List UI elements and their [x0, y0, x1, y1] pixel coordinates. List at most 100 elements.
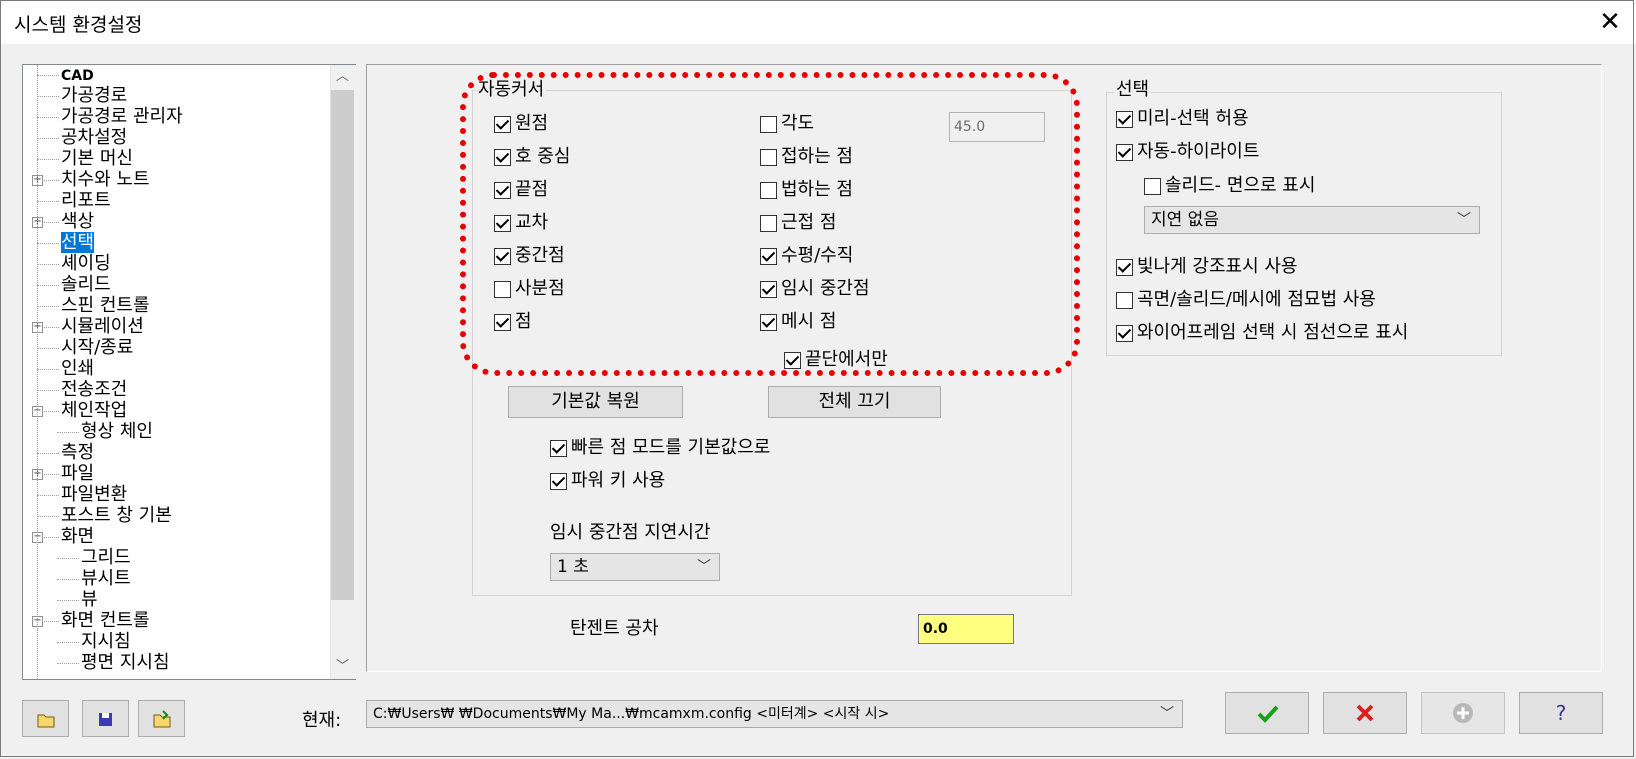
- tree-item[interactable]: 가공경로 관리자: [61, 106, 183, 127]
- angle-field[interactable]: 45.0: [949, 112, 1045, 142]
- tree-item[interactable]: 체인작업: [61, 400, 127, 421]
- preselect-box[interactable]: [1116, 110, 1133, 128]
- autocursor-checkbox[interactable]: 각도: [760, 113, 814, 135]
- cancel-button[interactable]: [1323, 692, 1407, 734]
- tree-item[interactable]: 가공경로: [61, 85, 127, 106]
- tree-item[interactable]: 형상 체인: [81, 421, 153, 442]
- tree-item[interactable]: 기본 머신: [61, 148, 133, 169]
- stipple-checkbox[interactable]: 곡면/솔리드/메시에 점묘법 사용: [1116, 289, 1376, 311]
- checkbox-box[interactable]: [760, 115, 777, 133]
- scroll-up-icon[interactable]: ︿: [330, 65, 355, 89]
- tree-item[interactable]: 화면 컨트롤: [61, 610, 150, 631]
- tree-item[interactable]: 선택: [61, 232, 95, 253]
- open-folder-button[interactable]: [22, 700, 69, 737]
- settings-tree[interactable]: CAD 가공경로 가공경로 관리자 공차설정 기본 머신 + 치수와 노트 리포트 + 색상 선택 셰…: [22, 64, 356, 680]
- delay-select[interactable]: 1 초 ﹀: [550, 553, 720, 581]
- solid-face-checkbox[interactable]: 솔리드- 면으로 표시: [1144, 175, 1315, 197]
- autocursor-checkbox[interactable]: 수평/수직: [760, 245, 853, 267]
- close-icon[interactable]: ✕: [1592, 4, 1628, 40]
- tree-item[interactable]: 파일: [61, 463, 94, 484]
- checkbox-box[interactable]: [494, 148, 511, 166]
- ends-only-checkbox[interactable]: 끝단에서만: [784, 349, 888, 371]
- autocursor-checkbox[interactable]: 근접 점: [760, 212, 836, 234]
- highlight-delay-select[interactable]: 지연 없음 ﹀: [1144, 206, 1480, 234]
- tree-item[interactable]: 색상: [61, 211, 94, 232]
- tree-item[interactable]: 지시침: [81, 631, 131, 652]
- autohighlight-box[interactable]: [1116, 143, 1133, 161]
- question-icon: ?: [1556, 701, 1567, 725]
- autohighlight-checkbox[interactable]: 자동-하이라이트: [1116, 141, 1259, 163]
- fast-point-box[interactable]: [550, 439, 567, 457]
- autocursor-checkbox[interactable]: 중간점: [494, 245, 565, 267]
- checkbox-box[interactable]: [494, 214, 511, 232]
- checkbox-box[interactable]: [760, 214, 777, 232]
- checkbox-box[interactable]: [760, 313, 777, 331]
- help-button[interactable]: ?: [1519, 692, 1603, 734]
- checkbox-box[interactable]: [494, 181, 511, 199]
- tree-item[interactable]: 화면: [61, 526, 94, 547]
- fast-point-checkbox[interactable]: 빠른 점 모드를 기본값으로: [550, 437, 770, 459]
- preselect-checkbox[interactable]: 미리-선택 허용: [1116, 108, 1249, 130]
- tree-item[interactable]: 스핀 컨트롤: [61, 295, 150, 316]
- checkbox-box[interactable]: [494, 280, 511, 298]
- tree-item[interactable]: 포스트 창 기본: [61, 505, 172, 526]
- save-disk-icon: [99, 713, 112, 726]
- tree-item[interactable]: 셰이딩: [61, 253, 111, 274]
- tree-item[interactable]: 시뮬레이션: [61, 316, 144, 337]
- tree-item[interactable]: CAD: [61, 65, 94, 85]
- tree-item[interactable]: 솔리드: [61, 274, 111, 295]
- restore-defaults-button[interactable]: 기본값 복원: [508, 386, 683, 418]
- autocursor-checkbox[interactable]: 호 중심: [494, 146, 570, 168]
- autocursor-checkbox[interactable]: 교차: [494, 212, 548, 234]
- ends-only-box[interactable]: [784, 351, 801, 369]
- solid-face-box[interactable]: [1144, 177, 1161, 195]
- checkbox-label: 임시 중간점: [781, 278, 870, 299]
- add-button[interactable]: [1421, 692, 1505, 734]
- glow-box[interactable]: [1116, 258, 1133, 276]
- merge-config-button[interactable]: [138, 700, 185, 737]
- autocursor-checkbox[interactable]: 임시 중간점: [760, 278, 870, 300]
- save-config-button[interactable]: [82, 700, 129, 737]
- tree-item[interactable]: 뷰시트: [81, 568, 131, 589]
- tree-item[interactable]: 리포트: [61, 190, 111, 211]
- all-off-button[interactable]: 전체 끄기: [768, 386, 941, 418]
- tree-connector: [37, 306, 59, 307]
- checkbox-box[interactable]: [494, 115, 511, 133]
- tree-item[interactable]: 뷰: [81, 589, 98, 610]
- autocursor-checkbox[interactable]: 접하는 점: [760, 146, 853, 168]
- power-key-box[interactable]: [550, 472, 567, 490]
- tangent-field[interactable]: 0.0: [918, 614, 1014, 644]
- tree-item-label: 체인작업: [61, 400, 128, 421]
- ok-button[interactable]: [1225, 692, 1309, 734]
- tree-item[interactable]: 인쇄: [61, 358, 94, 379]
- stipple-box[interactable]: [1116, 291, 1133, 309]
- autocursor-checkbox[interactable]: 법하는 점: [760, 179, 853, 201]
- autocursor-checkbox[interactable]: 점: [494, 311, 532, 333]
- tree-scrollbar-thumb[interactable]: [331, 90, 354, 600]
- autocursor-checkbox[interactable]: 원점: [494, 113, 548, 135]
- tree-item[interactable]: 측정: [61, 442, 94, 463]
- autocursor-checkbox[interactable]: 사분점: [494, 278, 565, 300]
- checkbox-box[interactable]: [760, 280, 777, 298]
- wireframe-checkbox[interactable]: 와이어프레임 선택 시 점선으로 표시: [1116, 322, 1408, 344]
- autocursor-checkbox[interactable]: 끝점: [494, 179, 548, 201]
- tree-item[interactable]: 그리드: [81, 547, 131, 568]
- tree-item[interactable]: 평면 지시침: [81, 652, 170, 673]
- scroll-down-icon[interactable]: ﹀: [330, 655, 355, 679]
- wireframe-box[interactable]: [1116, 324, 1133, 342]
- power-key-checkbox[interactable]: 파워 키 사용: [550, 470, 665, 492]
- tree-item[interactable]: 파일변환: [61, 484, 127, 505]
- tree-item[interactable]: 공차설정: [61, 127, 127, 148]
- checkbox-box[interactable]: [760, 181, 777, 199]
- glow-checkbox[interactable]: 빛나게 강조표시 사용: [1116, 256, 1297, 278]
- current-config-select[interactable]: C:₩Users₩ ₩Documents₩My Ma...₩mcamxm.con…: [366, 700, 1183, 728]
- checkbox-box[interactable]: [760, 148, 777, 166]
- checkbox-box[interactable]: [494, 247, 511, 265]
- checkbox-box[interactable]: [760, 247, 777, 265]
- tree-item[interactable]: 치수와 노트: [61, 169, 150, 190]
- tree-item[interactable]: 전송조건: [61, 379, 127, 400]
- checkbox-box[interactable]: [494, 313, 511, 331]
- autocursor-checkbox[interactable]: 메시 점: [760, 311, 836, 333]
- tree-connector: [37, 96, 59, 97]
- tree-item[interactable]: 시작/종료: [61, 337, 133, 358]
